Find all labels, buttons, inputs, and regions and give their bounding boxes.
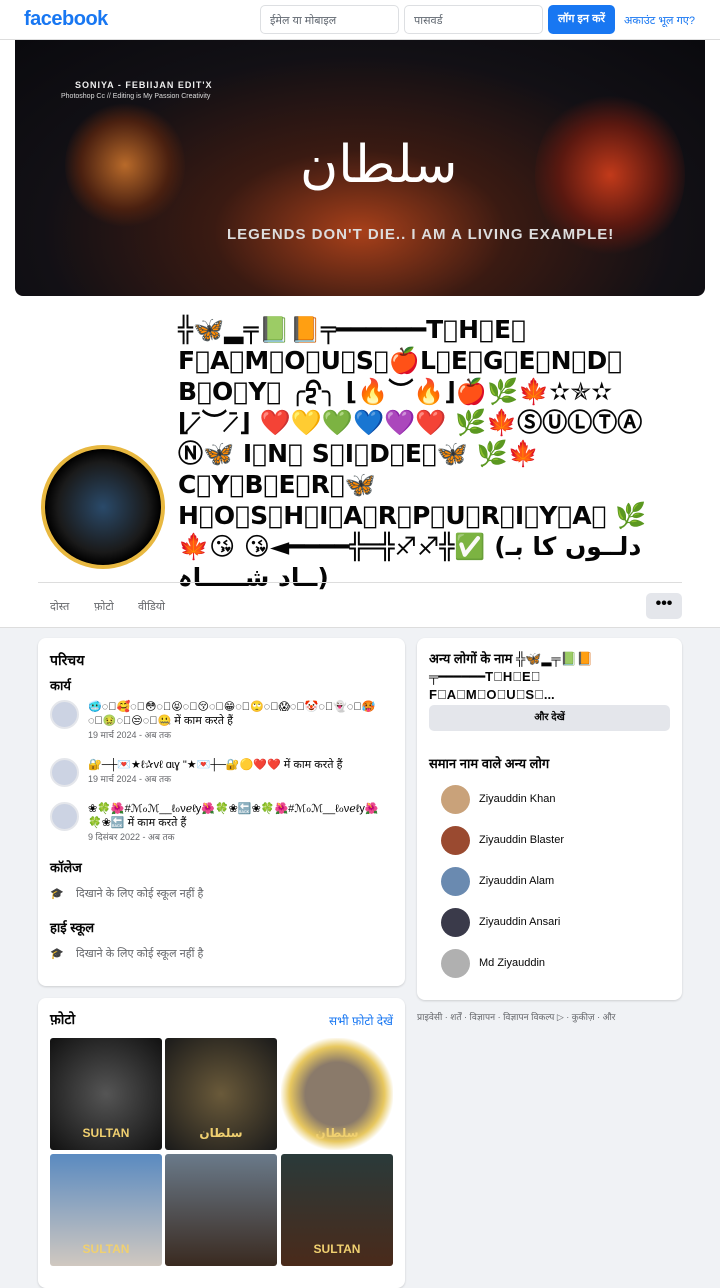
person-avatar bbox=[441, 826, 470, 855]
college-text: दिखाने के लिए कोई स्कूल नहीं है bbox=[76, 888, 204, 900]
cover-skull-left bbox=[65, 100, 185, 230]
highschool-title: हाई स्कूल bbox=[50, 920, 95, 935]
photo-thumb[interactable]: SULTAN bbox=[50, 1154, 162, 1266]
graduation-cap-icon: 🎓 bbox=[50, 888, 64, 900]
cover-photo[interactable]: SONIYA - FEBIIJAN EDIT'X Photoshop Cc //… bbox=[15, 40, 705, 296]
person-name[interactable]: Ziyauddin Ansari bbox=[479, 916, 560, 928]
workplace-icon bbox=[50, 700, 79, 729]
cover-subtitle: Photoshop Cc // Editing is My Passion Cr… bbox=[61, 93, 211, 100]
work-text[interactable]: 🥶◌⃘🥰◌⃘😳◌⃘😝◌⃘😚◌⃘😁◌⃘🙄◌⃘😱◌⃘🤡◌⃘👻◌⃘🥵◌⃘🤢◌⃘😒◌⃘🤐… bbox=[88, 700, 388, 728]
photo-thumb[interactable]: SULTAN bbox=[281, 1154, 393, 1266]
footer-links[interactable]: प्राइवेसी · शर्तें · विज्ञापन · विज्ञापन… bbox=[417, 1010, 615, 1023]
profile-avatar[interactable] bbox=[41, 445, 165, 569]
person-avatar bbox=[441, 908, 470, 937]
cover-tagline: LEGENDS DON'T DIE.. I AM A LIVING EXAMPL… bbox=[227, 226, 615, 243]
college-item: 🎓 दिखाने के लिए कोई स्कूल नहीं है bbox=[50, 886, 203, 901]
profile-tabs: दोस्त फ़ोटो वीडियो ••• bbox=[38, 582, 682, 628]
intro-title: परिचय bbox=[50, 652, 85, 668]
other-names-card: अन्य लोगों के नाम ╬🦋▂╤📗📙╤━━━━━━T⃞H⃞E⃞ F⃞… bbox=[417, 638, 682, 1000]
intro-card: परिचय कार्य 🥶◌⃘🥰◌⃘😳◌⃘😝◌⃘😚◌⃘😁◌⃘🙄◌⃘😱◌⃘🤡◌⃘👻… bbox=[38, 638, 405, 986]
person-name[interactable]: Ziyauddin Alam bbox=[479, 875, 554, 887]
profile-header: SONIYA - FEBIIJAN EDIT'X Photoshop Cc //… bbox=[0, 40, 720, 628]
highschool-text: दिखाने के लिए कोई स्कूल नहीं है bbox=[76, 948, 204, 960]
workplace-icon bbox=[50, 758, 79, 787]
work-date: 9 दिसंबर 2022 - अब तक bbox=[88, 832, 175, 842]
photo-thumb[interactable]: SULTAN bbox=[50, 1038, 162, 1150]
password-input[interactable]: पासवर्ड bbox=[404, 5, 543, 34]
see-more-button[interactable]: और देखें bbox=[429, 705, 670, 731]
top-bar: facebook ईमेल या मोबाइल पासवर्ड लॉग इन क… bbox=[0, 0, 720, 40]
work-text[interactable]: 🔐─┼💌★ℓ✰vℓ ɑɩɣ "★💌┼─🔐🟡❤️❤️ में काम करते ह… bbox=[88, 758, 388, 772]
facebook-logo[interactable]: facebook bbox=[24, 8, 108, 31]
email-input[interactable]: ईमेल या मोबाइल bbox=[260, 5, 399, 34]
login-button[interactable]: लॉग इन करें bbox=[548, 5, 615, 34]
person-avatar bbox=[441, 867, 470, 896]
tab-photos[interactable]: फ़ोटो bbox=[94, 599, 114, 614]
person-avatar bbox=[441, 949, 470, 978]
forgot-account-link[interactable]: अकाउंट भूल गए? bbox=[624, 13, 695, 28]
person-avatar bbox=[441, 785, 470, 814]
work-title: कार्य bbox=[50, 678, 71, 693]
see-all-photos-link[interactable]: सभी फ़ोटो देखें bbox=[329, 1012, 393, 1029]
highschool-item: 🎓 दिखाने के लिए कोई स्कूल नहीं है bbox=[50, 946, 203, 961]
tab-friends[interactable]: दोस्त bbox=[50, 599, 69, 614]
person-name[interactable]: Ziyauddin Blaster bbox=[479, 834, 564, 846]
graduation-cap-icon: 🎓 bbox=[50, 948, 64, 960]
photos-title: फ़ोटो bbox=[50, 1011, 76, 1027]
profile-name: ╬🦋▂╤📗📙╤━━━━━━T⃞H⃞E⃞ F⃞A⃞M⃞O⃞U⃞S⃞🍎L⃞E⃞G⃞E… bbox=[178, 315, 647, 592]
person-name[interactable]: Md Ziyauddin bbox=[479, 957, 545, 969]
photos-card: फ़ोटो सभी फ़ोटो देखें SULTAN سلطان سلطان… bbox=[38, 998, 405, 1288]
cover-title: سلطان bbox=[300, 135, 458, 195]
other-names-title: अन्य लोगों के नाम ╬🦋▂╤📗📙╤━━━━━━T⃞H⃞E⃞ F⃞… bbox=[429, 651, 593, 702]
more-options-button[interactable]: ••• bbox=[646, 593, 682, 619]
photo-thumb[interactable]: سلطان bbox=[281, 1038, 393, 1150]
photo-thumb[interactable] bbox=[165, 1154, 277, 1266]
workplace-icon bbox=[50, 802, 79, 831]
work-text[interactable]: ❀🍀🌺#ℳℴℳ__ℓℴνℯℓy🌺🍀❀🔙❀🍀🌺#ℳℴℳ__ℓℴνℯℓy🌺🍀❀🔙 म… bbox=[88, 802, 388, 830]
photo-thumb[interactable]: سلطان bbox=[165, 1038, 277, 1150]
work-date: 19 मार्च 2024 - अब तक bbox=[88, 774, 172, 784]
cover-credit: SONIYA - FEBIIJAN EDIT'X bbox=[75, 80, 213, 90]
person-name[interactable]: Ziyauddin Khan bbox=[479, 793, 555, 805]
similar-people-title: समान नाम वाले अन्य लोग bbox=[429, 756, 550, 771]
college-title: कॉलेज bbox=[50, 860, 82, 875]
tab-videos[interactable]: वीडियो bbox=[138, 599, 165, 614]
work-date: 19 मार्च 2024 - अब तक bbox=[88, 730, 172, 740]
